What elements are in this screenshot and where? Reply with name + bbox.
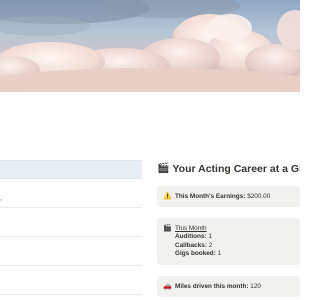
callbacks-label: Callbacks: [175, 241, 207, 249]
dashboard-title: Your Acting Career at a Glan [172, 163, 300, 175]
cover-image [0, 0, 300, 92]
gigs-line: Gigs booked: 1 [163, 250, 294, 259]
career-dashboard: 🎬 Your Acting Career at a Glan ⚠️ This M… [157, 157, 300, 297]
table-row[interactable]: , [0, 179, 142, 208]
table-header [0, 160, 142, 179]
miles-callout[interactable]: 🚗 Miles driven this month: 120 [157, 275, 300, 297]
earnings-callout[interactable]: ⚠️ This Month's Earnings: $200.00 [157, 186, 300, 207]
clapperboard-icon: 🎬 [163, 225, 172, 232]
gigs-label: Gigs booked: [175, 250, 216, 257]
left-table: , [0, 160, 142, 295]
clapperboard-icon: 🎬 [157, 163, 170, 174]
table-cell-fragment: , [0, 195, 2, 202]
table-row[interactable] [0, 208, 142, 237]
gigs-value: 1 [217, 250, 222, 257]
warning-icon: ⚠️ [163, 193, 172, 200]
table-row[interactable] [0, 237, 142, 266]
earnings-label: This Month's Earnings: [175, 193, 246, 200]
callbacks-line: Callbacks: 2 [163, 242, 294, 251]
auditions-value: 1 [208, 233, 212, 240]
auditions-line: Auditions: 1 [163, 233, 294, 242]
auditions-label: Auditions: [175, 233, 207, 240]
earnings-value: $200.00 [247, 193, 271, 200]
miles-label: Miles driven this month: [175, 282, 249, 290]
dashboard-heading: 🎬 Your Acting Career at a Glan [157, 157, 300, 181]
miles-value: 120 [250, 282, 261, 290]
month-heading-link[interactable]: This Month [175, 224, 207, 233]
clouds-illustration [0, 0, 300, 92]
table-row[interactable] [0, 266, 142, 295]
month-callout[interactable]: 🎬 This Month Auditions: 1 Callbacks: 2 G… [157, 218, 300, 265]
page: , 🎬 Your Acting Career at a Glan ⚠️ This… [0, 0, 300, 300]
car-icon: 🚗 [163, 282, 172, 290]
callbacks-value: 2 [208, 241, 213, 249]
